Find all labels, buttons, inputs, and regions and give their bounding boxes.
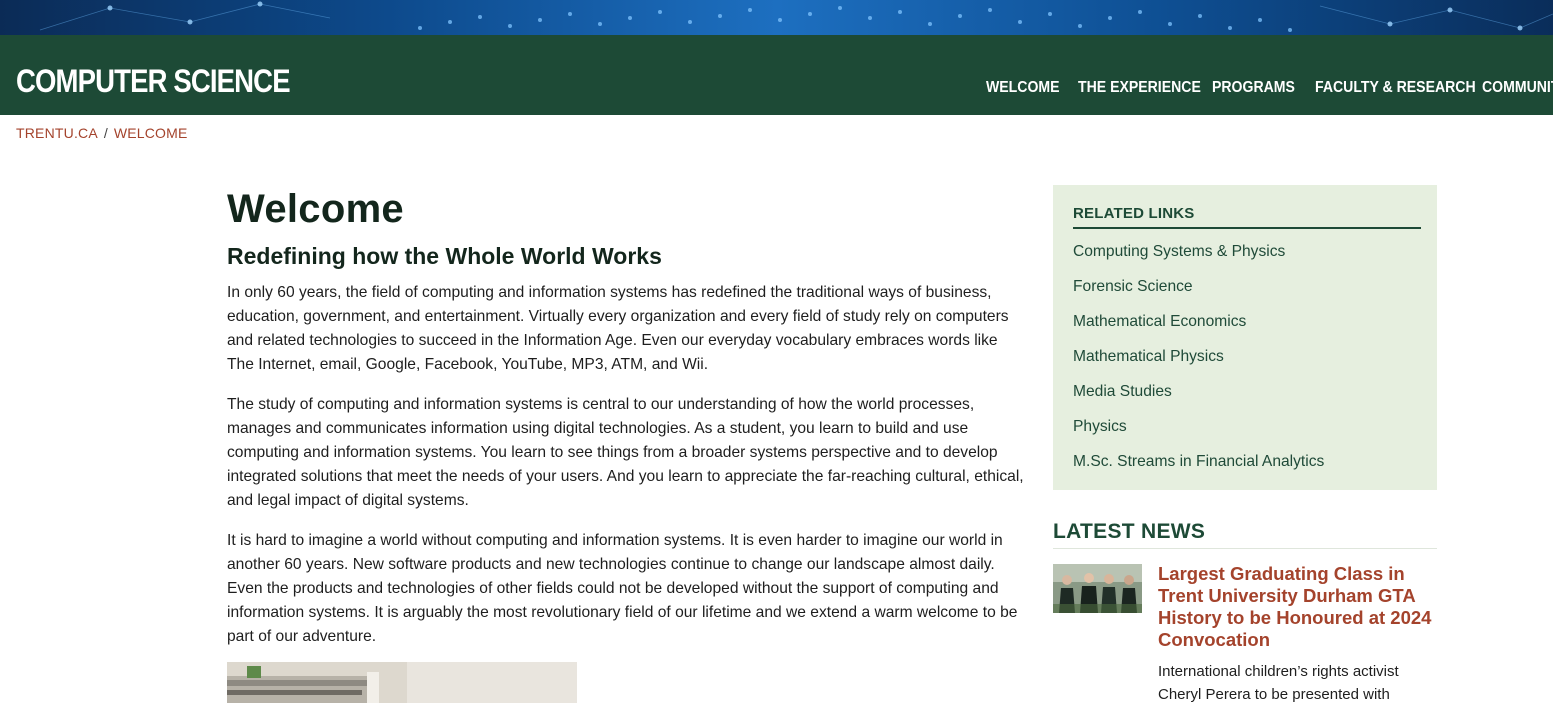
- nav-programs[interactable]: PROGRAMS: [1212, 79, 1295, 97]
- breadcrumb-separator: /: [103, 125, 108, 141]
- intro-paragraph-1: In only 60 years, the field of computing…: [227, 284, 1009, 373]
- list-item: Forensic Science: [1073, 277, 1324, 312]
- related-link-media-studies[interactable]: Media Studies: [1073, 383, 1172, 400]
- site-header: COMPUTER SCIENCE WELCOME THE EXPERIENCE …: [0, 35, 1553, 115]
- list-item: Mathematical Physics: [1073, 347, 1324, 382]
- related-link-mathematical-physics[interactable]: Mathematical Physics: [1073, 348, 1224, 365]
- nav-the-experience[interactable]: THE EXPERIENCE: [1078, 79, 1201, 97]
- content-photo: [227, 662, 577, 703]
- breadcrumb-home[interactable]: TRENTU.CA: [16, 125, 98, 141]
- list-item: Computing Systems & Physics: [1073, 242, 1324, 277]
- related-link-physics[interactable]: Physics: [1073, 418, 1127, 435]
- nav-community[interactable]: COMMUNITY: [1482, 79, 1553, 97]
- related-link-mathematical-economics[interactable]: Mathematical Economics: [1073, 313, 1246, 330]
- site-title-link[interactable]: COMPUTER SCIENCE: [16, 63, 291, 100]
- intro-paragraph-3: It is hard to imagine a world without co…: [227, 532, 1018, 645]
- related-link-computing-systems-physics[interactable]: Computing Systems & Physics: [1073, 243, 1285, 260]
- nav-welcome[interactable]: WELCOME: [986, 79, 1060, 97]
- intro-paragraph-2: The study of computing and information s…: [227, 396, 1024, 509]
- page-subtitle: Redefining how the Whole World Works: [227, 243, 662, 269]
- related-links-heading: RELATED LINKS: [1073, 205, 1421, 229]
- list-item: Physics: [1073, 417, 1324, 452]
- news-thumbnail[interactable]: [1053, 564, 1142, 613]
- breadcrumb: TRENTU.CA / WELCOME: [16, 125, 188, 141]
- breadcrumb-current[interactable]: WELCOME: [114, 125, 188, 141]
- related-links-list: Computing Systems & Physics Forensic Sci…: [1073, 242, 1324, 487]
- related-link-forensic-science[interactable]: Forensic Science: [1073, 278, 1193, 295]
- page-title: Welcome: [227, 187, 404, 231]
- list-item: M.Sc. Streams in Financial Analytics: [1073, 452, 1324, 487]
- news-excerpt: International children’s rights activist…: [1158, 663, 1399, 703]
- related-link-msc-financial-analytics[interactable]: M.Sc. Streams in Financial Analytics: [1073, 453, 1324, 470]
- nav-faculty-research[interactable]: FACULTY & RESEARCH: [1315, 79, 1476, 97]
- header-banner-image: [0, 0, 1553, 35]
- latest-news-heading: LATEST NEWS: [1053, 520, 1437, 549]
- list-item: Media Studies: [1073, 382, 1324, 417]
- main-content: Welcome Redefining how the Whole World W…: [227, 185, 1027, 649]
- list-item: Mathematical Economics: [1073, 312, 1324, 347]
- related-links-panel: RELATED LINKS Computing Systems & Physic…: [1053, 185, 1437, 490]
- news-headline-link[interactable]: Largest Graduating Class in Trent Univer…: [1158, 563, 1443, 651]
